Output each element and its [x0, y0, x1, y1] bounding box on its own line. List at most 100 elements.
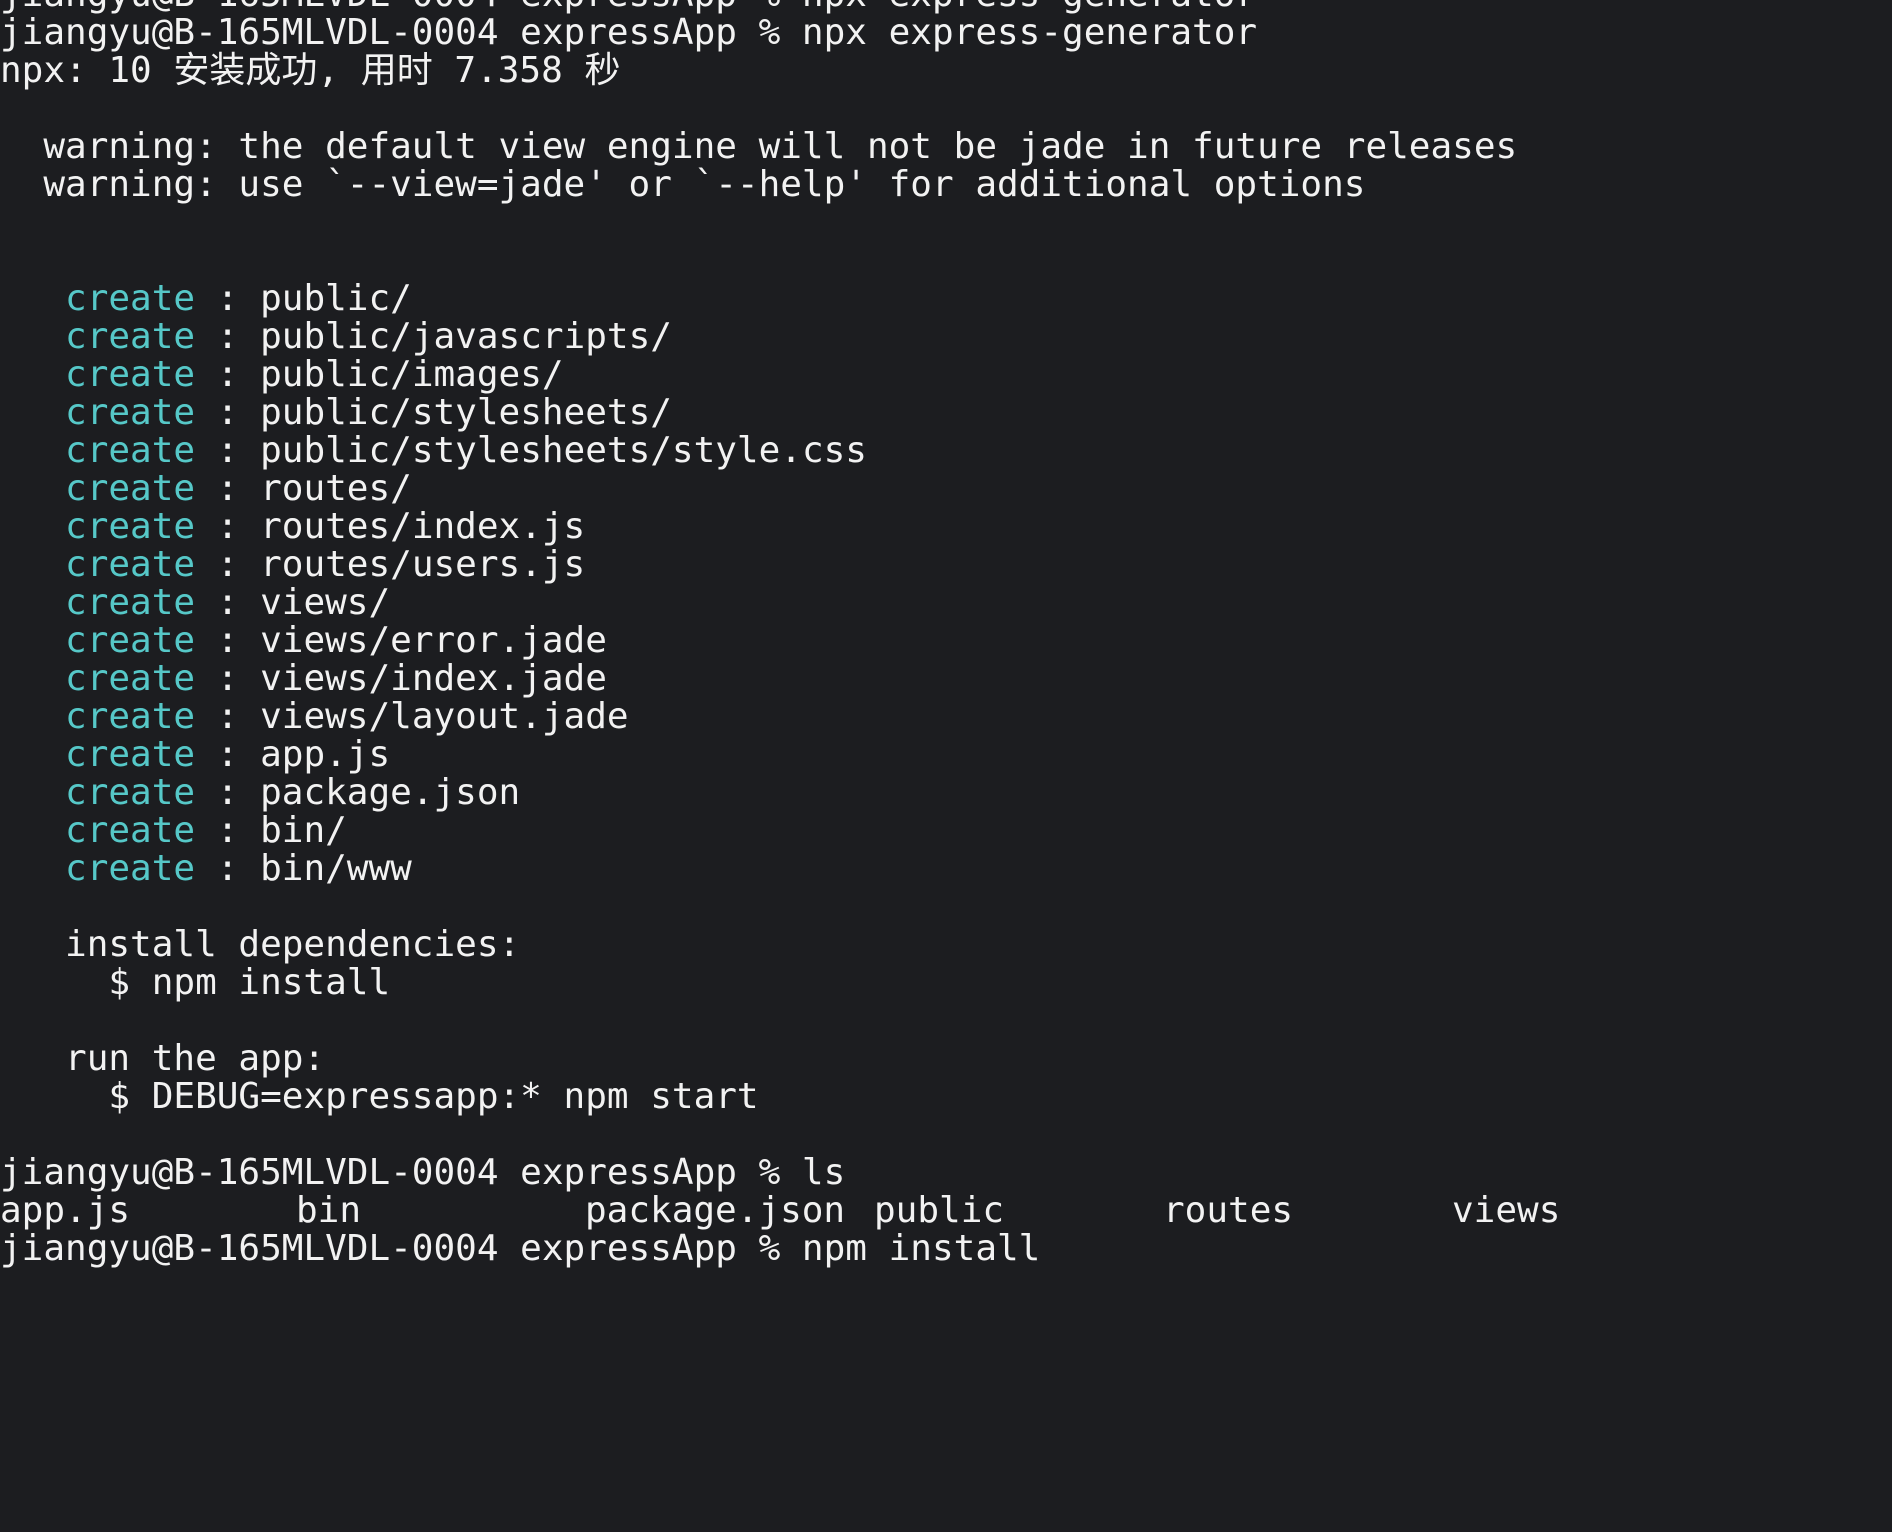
created-path: routes/index.js — [260, 506, 585, 547]
line-indent — [0, 430, 65, 471]
create-keyword: create — [65, 734, 195, 775]
create-separator: : — [195, 430, 260, 471]
create-separator: : — [195, 354, 260, 395]
created-path: public/stylesheets/style.css — [260, 430, 867, 471]
terminal-blank-line — [0, 90, 1892, 128]
ls-output-row: app.js bin package.json public routes views — [0, 1192, 1892, 1230]
terminal-line-create-views-error: create : views/error.jade — [0, 622, 1892, 660]
create-separator: : — [195, 696, 260, 737]
created-path: public/ — [260, 278, 412, 319]
terminal-blank-line — [0, 888, 1892, 926]
create-separator: : — [195, 620, 260, 661]
terminal-output-text: $ DEBUG=expressapp:* npm start — [0, 1076, 759, 1117]
created-path: views/layout.jade — [260, 696, 628, 737]
line-indent — [0, 620, 65, 661]
ls-entry: package.json — [585, 1192, 845, 1230]
ls-entry: views — [1452, 1192, 1560, 1230]
ls-entry: bin — [296, 1192, 361, 1230]
line-indent — [0, 696, 65, 737]
create-separator: : — [195, 278, 260, 319]
line-indent — [0, 468, 65, 509]
created-path: views/index.jade — [260, 658, 607, 699]
created-path: bin/ — [260, 810, 347, 851]
create-keyword: create — [65, 468, 195, 509]
ls-entry: public — [874, 1192, 1004, 1230]
create-keyword: create — [65, 278, 195, 319]
terminal-line-run-app-cmd: $ DEBUG=expressapp:* npm start — [0, 1078, 1892, 1116]
create-keyword: create — [65, 696, 195, 737]
terminal-blank-line — [0, 1002, 1892, 1040]
created-path: routes/users.js — [260, 544, 585, 585]
create-keyword: create — [65, 658, 195, 699]
line-indent — [0, 278, 65, 319]
create-keyword: create — [65, 354, 195, 395]
create-separator: : — [195, 734, 260, 775]
terminal-output-text: $ npm install — [0, 962, 390, 1003]
line-indent — [0, 810, 65, 851]
terminal-line-create-views-index: create : views/index.jade — [0, 660, 1892, 698]
terminal-window[interactable]: jiangyu@B-165MLVDL-0004 expressApp % npx… — [0, 0, 1892, 1532]
terminal-line-create-public: create : public/ — [0, 280, 1892, 318]
create-separator: : — [195, 544, 260, 585]
create-separator: : — [195, 468, 260, 509]
created-path: bin/www — [260, 848, 412, 889]
create-separator: : — [195, 848, 260, 889]
terminal-line-npx-install-status: npx: 10 安装成功, 用时 7.358 秒 — [0, 52, 1892, 90]
line-indent — [0, 772, 65, 813]
create-keyword: create — [65, 810, 195, 851]
terminal-blank-line — [0, 204, 1892, 242]
terminal-line-prompt-ls: jiangyu@B-165MLVDL-0004 expressApp % ls — [0, 1154, 1892, 1192]
ls-entry: routes — [1163, 1192, 1293, 1230]
line-indent — [0, 734, 65, 775]
create-keyword: create — [65, 392, 195, 433]
terminal-line-run-app-header: run the app: — [0, 1040, 1892, 1078]
terminal-output-text: warning: the default view engine will no… — [0, 126, 1517, 167]
create-keyword: create — [65, 620, 195, 661]
terminal-line-warn-use-view-jade: warning: use `--view=jade' or `--help' f… — [0, 166, 1892, 204]
terminal-output-text: warning: use `--view=jade' or `--help' f… — [0, 164, 1365, 205]
line-indent — [0, 392, 65, 433]
created-path: views/error.jade — [260, 620, 607, 661]
terminal-blank-line — [0, 1116, 1892, 1154]
line-indent — [0, 506, 65, 547]
terminal-line-create-bin-www: create : bin/www — [0, 850, 1892, 888]
line-indent — [0, 316, 65, 357]
create-keyword: create — [65, 772, 195, 813]
terminal-blank-line — [0, 242, 1892, 280]
terminal-line-create-package-json: create : package.json — [0, 774, 1892, 812]
ls-entry: app.js — [0, 1192, 130, 1230]
create-keyword: create — [65, 316, 195, 357]
create-keyword: create — [65, 430, 195, 471]
terminal-line-create-public-javascripts: create : public/javascripts/ — [0, 318, 1892, 356]
terminal-line-prompt-npm-install: jiangyu@B-165MLVDL-0004 expressApp % npm… — [0, 1230, 1892, 1268]
terminal-line-create-views: create : views/ — [0, 584, 1892, 622]
created-path: routes/ — [260, 468, 412, 509]
create-separator: : — [195, 316, 260, 357]
line-indent — [0, 354, 65, 395]
create-keyword: create — [65, 848, 195, 889]
shell-prompt-line: jiangyu@B-165MLVDL-0004 expressApp % npx… — [0, 12, 1257, 53]
created-path: public/images/ — [260, 354, 563, 395]
terminal-line-prompt-npx: jiangyu@B-165MLVDL-0004 expressApp % npx… — [0, 14, 1892, 52]
shell-prompt-line: jiangyu@B-165MLVDL-0004 expressApp % ls — [0, 1152, 845, 1193]
line-indent — [0, 544, 65, 585]
create-keyword: create — [65, 582, 195, 623]
terminal-line-install-deps-header: install dependencies: — [0, 926, 1892, 964]
create-separator: : — [195, 810, 260, 851]
line-indent — [0, 582, 65, 623]
terminal-line-create-routes-index: create : routes/index.js — [0, 508, 1892, 546]
terminal-line-create-public-stylesheets: create : public/stylesheets/ — [0, 394, 1892, 432]
created-path: package.json — [260, 772, 520, 813]
created-path: views/ — [260, 582, 390, 623]
create-separator: : — [195, 582, 260, 623]
terminal-line-create-app-js: create : app.js — [0, 736, 1892, 774]
created-path: public/stylesheets/ — [260, 392, 672, 433]
terminal-line-create-routes-users: create : routes/users.js — [0, 546, 1892, 584]
create-separator: : — [195, 772, 260, 813]
terminal-output-text: run the app: — [0, 1038, 325, 1079]
created-path: app.js — [260, 734, 390, 775]
terminal-output-text: npx: 10 安装成功, 用时 7.358 秒 — [0, 50, 620, 91]
create-keyword: create — [65, 544, 195, 585]
line-indent — [0, 848, 65, 889]
terminal-output-text: install dependencies: — [0, 924, 520, 965]
